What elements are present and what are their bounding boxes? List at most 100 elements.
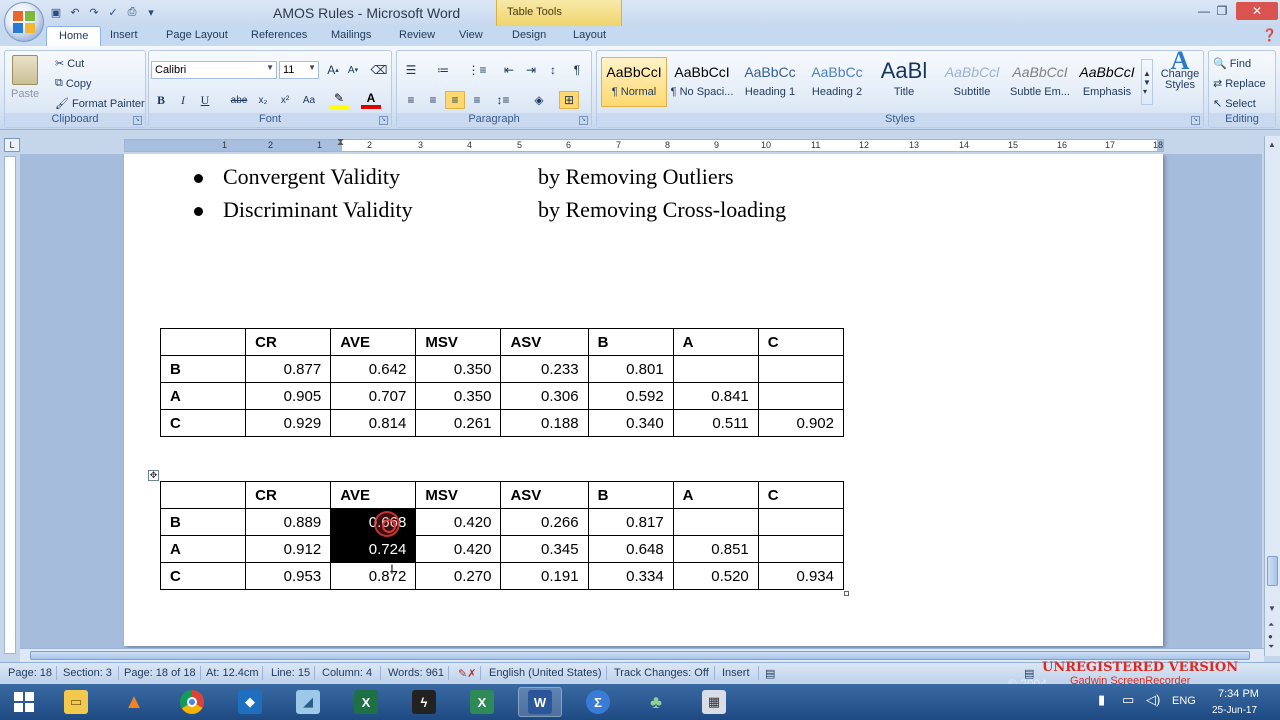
- close-button[interactable]: ✕: [1236, 2, 1278, 20]
- status-page-count[interactable]: Page: 18 of 18: [124, 667, 196, 679]
- undo-icon[interactable]: ↶: [67, 4, 83, 20]
- taskbar-excel[interactable]: X: [344, 687, 388, 717]
- redo-icon[interactable]: ↷: [86, 4, 102, 20]
- start-button[interactable]: [2, 687, 46, 717]
- justify-icon[interactable]: ≡: [467, 91, 487, 109]
- increase-indent-icon[interactable]: ⇥: [521, 61, 541, 79]
- table-cell[interactable]: [757, 355, 845, 383]
- status-column[interactable]: Column: 4: [322, 667, 372, 679]
- table-header-cell[interactable]: AVE: [330, 481, 417, 509]
- taskbar-amos[interactable]: ♣: [634, 687, 678, 717]
- tab-design[interactable]: Design: [512, 29, 546, 41]
- save-icon[interactable]: ▣: [48, 4, 64, 20]
- taskbar-file-explorer[interactable]: ▭: [54, 687, 98, 717]
- status-words[interactable]: Words: 961: [388, 667, 444, 679]
- vertical-scroll-thumb[interactable]: [1267, 556, 1278, 586]
- multilevel-list-icon[interactable]: ⋮≡: [467, 61, 487, 79]
- table-header-cell[interactable]: B: [587, 328, 674, 356]
- table-row-header[interactable]: B: [159, 508, 247, 536]
- table-cell[interactable]: 0.814: [330, 409, 417, 437]
- table-move-handle-icon[interactable]: ✥: [148, 470, 159, 481]
- vertical-scrollbar[interactable]: ▲ ▼ ⏶ ● ⏷: [1264, 136, 1280, 656]
- tab-insert[interactable]: Insert: [110, 29, 138, 41]
- bullets-icon[interactable]: ☰: [401, 61, 421, 79]
- table-cell[interactable]: 0.592: [587, 382, 674, 410]
- status-language[interactable]: English (United States): [489, 667, 602, 679]
- table-row-header[interactable]: C: [159, 409, 247, 437]
- scroll-down-icon[interactable]: ▼: [1268, 604, 1276, 613]
- macro-record-icon[interactable]: ▤: [765, 667, 775, 680]
- table-cell[interactable]: 0.801: [587, 355, 674, 383]
- style-heading-2[interactable]: AaBbCc Heading 2: [804, 57, 870, 107]
- align-right-icon[interactable]: ≡: [445, 91, 465, 109]
- status-line[interactable]: Line: 15: [271, 667, 310, 679]
- taskbar-excel-2[interactable]: X: [460, 687, 504, 717]
- select-button[interactable]: ↖ Select: [1213, 97, 1256, 111]
- styles-scroll-icon[interactable]: ▲ ▼ ▾: [1141, 59, 1153, 105]
- document-page[interactable]: Convergent Validity by Removing Outliers…: [124, 154, 1163, 646]
- scroll-up-icon[interactable]: ▲: [1268, 140, 1276, 149]
- tab-layout[interactable]: Layout: [573, 29, 606, 41]
- table-cell[interactable]: 0.851: [672, 535, 759, 563]
- tab-page-layout[interactable]: Page Layout: [166, 29, 228, 41]
- align-left-icon[interactable]: ≡: [401, 91, 421, 109]
- table-cell[interactable]: 0.350: [415, 355, 502, 383]
- help-icon[interactable]: ❓: [1262, 28, 1277, 42]
- print-icon[interactable]: ⎙: [124, 4, 140, 20]
- clock-date[interactable]: 25-Jun-17: [1212, 705, 1257, 716]
- table-cell[interactable]: 0.520: [672, 562, 759, 590]
- decrease-indent-icon[interactable]: ⇤: [499, 61, 519, 79]
- table-header-cell[interactable]: ASV: [500, 481, 589, 509]
- table-cell[interactable]: 0.334: [587, 562, 674, 590]
- table-cell[interactable]: 0.420: [415, 508, 502, 536]
- table-header-cell[interactable]: MSV: [415, 328, 502, 356]
- sort-icon[interactable]: ↕: [543, 61, 563, 79]
- spelling-icon[interactable]: ✓: [105, 4, 121, 20]
- table-cell[interactable]: [757, 535, 845, 563]
- strikethrough-icon[interactable]: abe: [229, 91, 249, 109]
- table-resize-handle-icon[interactable]: [844, 591, 849, 596]
- tab-review[interactable]: Review: [399, 29, 435, 41]
- change-case-icon[interactable]: Aa: [299, 91, 319, 109]
- styles-launcher-icon[interactable]: ↘: [1191, 116, 1200, 125]
- change-styles-button[interactable]: A Change Styles: [1159, 48, 1201, 91]
- previous-page-icon[interactable]: ⏶: [1268, 620, 1274, 630]
- paste-button[interactable]: Paste: [11, 55, 39, 100]
- numbering-icon[interactable]: ≔: [433, 61, 453, 79]
- font-color-icon[interactable]: A: [361, 91, 381, 109]
- table-header-cell[interactable]: C: [757, 328, 845, 356]
- tab-selector-icon[interactable]: L: [4, 138, 20, 152]
- browse-object-icon[interactable]: ●: [1268, 632, 1273, 641]
- borders-icon[interactable]: ⊞: [559, 91, 579, 109]
- font-launcher-icon[interactable]: ↘: [379, 116, 388, 125]
- font-family-select[interactable]: Calibri ▼: [151, 61, 277, 79]
- paragraph-launcher-icon[interactable]: ↘: [579, 116, 588, 125]
- table-header-cell[interactable]: A: [672, 328, 759, 356]
- table-header-cell[interactable]: A: [672, 481, 759, 509]
- table-row-header[interactable]: C: [159, 562, 247, 590]
- battery-icon[interactable]: ▭: [1122, 692, 1134, 708]
- italic-icon[interactable]: I: [173, 91, 193, 109]
- taskbar-virtualbox[interactable]: ◆: [228, 687, 272, 717]
- table-cell[interactable]: 0.905: [245, 382, 332, 410]
- validity-table-1[interactable]: CR AVE MSV ASV B A C B 0.877 0.642 0.350…: [159, 328, 845, 437]
- table-header-cell[interactable]: AVE: [330, 328, 417, 356]
- style-heading-1[interactable]: AaBbCc Heading 1: [737, 57, 803, 107]
- table-cell[interactable]: 0.350: [415, 382, 502, 410]
- table-cell[interactable]: 0.872: [330, 562, 417, 590]
- taskbar-word[interactable]: W: [518, 687, 562, 717]
- taskbar-app[interactable]: ◢: [286, 687, 330, 717]
- taskbar-app-2[interactable]: ϟ: [402, 687, 446, 717]
- table-cell[interactable]: 0.648: [587, 535, 674, 563]
- show-formatting-icon[interactable]: ¶: [567, 61, 587, 79]
- table-cell[interactable]: 0.233: [500, 355, 589, 383]
- table-cell[interactable]: 0.261: [415, 409, 502, 437]
- taskbar-calculator-app[interactable]: Σ: [576, 687, 620, 717]
- status-at[interactable]: At: 12.4cm: [206, 667, 259, 679]
- indent-marker-icon[interactable]: ⧗: [337, 137, 344, 148]
- subscript-icon[interactable]: x₂: [253, 91, 273, 109]
- table-header-cell[interactable]: [159, 328, 247, 356]
- underline-icon[interactable]: U: [195, 91, 215, 109]
- vertical-ruler[interactable]: [4, 156, 16, 654]
- table-cell[interactable]: 0.191: [500, 562, 589, 590]
